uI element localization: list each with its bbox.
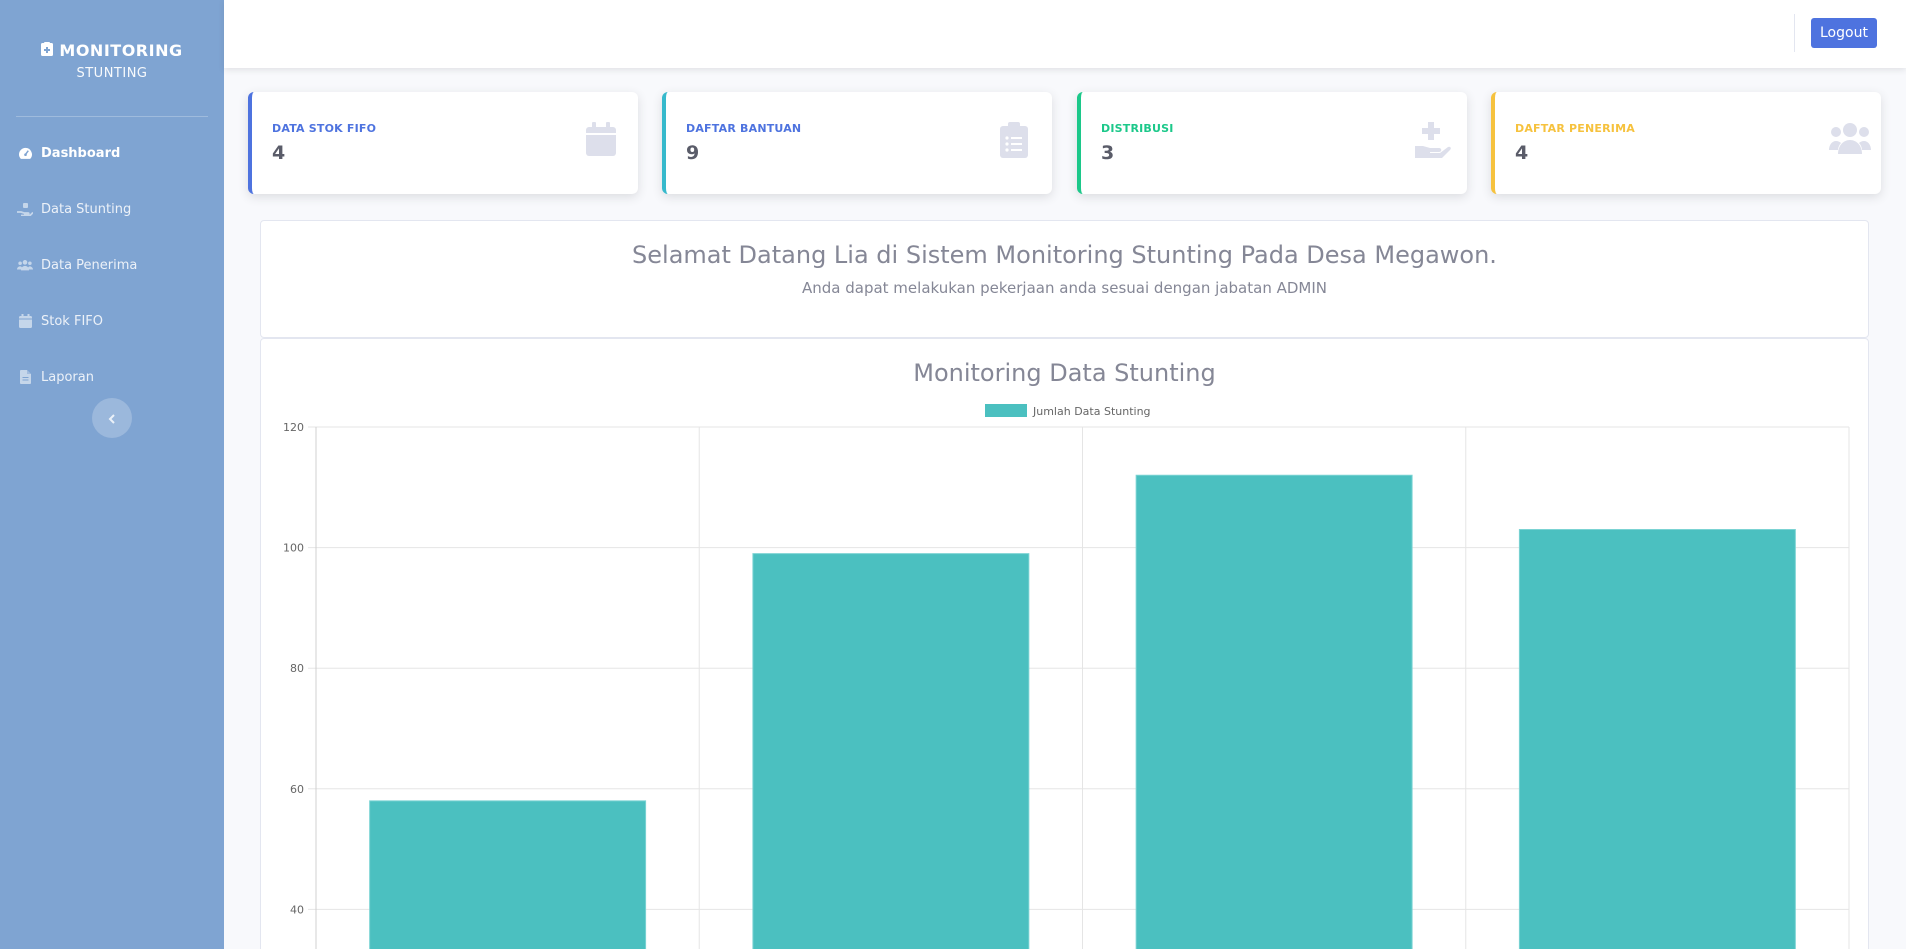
hand-holding-medical-icon (1415, 122, 1451, 158)
sidebar-item-label: Data Stunting (41, 201, 132, 217)
legend-swatch (985, 404, 1027, 417)
sidebar-item-data-penerima[interactable]: Data Penerima (0, 237, 224, 293)
hand-holding-icon (17, 202, 33, 216)
stat-card-value: 4 (272, 142, 286, 164)
sidebar-divider (16, 116, 208, 117)
chart-bar (1135, 474, 1413, 949)
calendar-icon (17, 314, 33, 328)
sidebar-item-laporan[interactable]: Laporan (0, 349, 224, 405)
chart-bar (1518, 529, 1796, 949)
y-tick-label: 120 (283, 421, 304, 434)
topbar-divider (1794, 14, 1795, 52)
stat-card-data-stok-fifo[interactable]: DATA STOK FIFO 4 (248, 92, 638, 194)
brand-title-row: MONITORING (41, 41, 182, 60)
sidebar-item-label: Laporan (41, 369, 94, 385)
stat-card-label: DATA STOK FIFO (272, 122, 377, 135)
tachometer-icon (17, 146, 33, 160)
sidebar-item-stok-fifo[interactable]: Stok FIFO (0, 293, 224, 349)
welcome-title: Selamat Datang Lia di Sistem Monitoring … (632, 241, 1497, 269)
welcome-panel: Selamat Datang Lia di Sistem Monitoring … (260, 220, 1869, 338)
clipboard-list-icon (1000, 122, 1034, 158)
y-tick-label: 100 (283, 542, 304, 555)
brand-title: MONITORING (59, 41, 183, 60)
legend-label: Jumlah Data Stunting (1032, 405, 1151, 418)
sidebar-item-label: Stok FIFO (41, 313, 103, 329)
stat-card-daftar-bantuan[interactable]: DAFTAR BANTUAN 9 (662, 92, 1052, 194)
stat-card-label: DAFTAR BANTUAN (686, 122, 802, 135)
logout-button[interactable]: Logout (1811, 18, 1877, 48)
chart-panel: Monitoring Data Stunting Jumlah Data Stu… (260, 338, 1869, 949)
y-tick-label: 80 (290, 662, 304, 675)
sidebar-item-label: Dashboard (41, 145, 121, 161)
file-icon (17, 370, 33, 384)
calendar-icon (586, 122, 620, 158)
users-icon (17, 258, 33, 272)
y-tick-label: 60 (290, 783, 304, 796)
stat-card-daftar-penerima[interactable]: DAFTAR PENERIMA 4 (1491, 92, 1881, 194)
users-icon (1829, 122, 1871, 158)
sidebar-toggle-button[interactable] (92, 398, 132, 438)
sidebar-item-data-stunting[interactable]: Data Stunting (0, 181, 224, 237)
stat-card-label: DISTRIBUSI (1101, 122, 1174, 135)
chart-bar (369, 800, 647, 949)
clinic-medical-icon (41, 41, 54, 60)
brand[interactable]: MONITORING STUNTING (0, 0, 224, 116)
sidebar-nav: Dashboard Data Stunting Data Penerima St… (0, 125, 224, 405)
brand-subtitle: STUNTING (76, 66, 148, 81)
sidebar-item-dashboard[interactable]: Dashboard (0, 125, 224, 181)
stat-card-value: 9 (686, 142, 700, 164)
sidebar: MONITORING STUNTING Dashboard Data Stunt… (0, 0, 224, 949)
stat-card-label: DAFTAR PENERIMA (1515, 122, 1635, 135)
chevron-left-icon (108, 409, 116, 428)
stat-card-distribusi[interactable]: DISTRIBUSI 3 (1077, 92, 1467, 194)
topbar: Logout (224, 0, 1906, 68)
stat-card-value: 4 (1515, 142, 1529, 164)
y-tick-label: 40 (290, 903, 304, 916)
chart-bar (752, 553, 1030, 949)
sidebar-item-label: Data Penerima (41, 257, 138, 273)
bar-chart: Jumlah Data Stunting 120 100 80 60 40 (283, 404, 1850, 949)
stat-card-value: 3 (1101, 142, 1115, 164)
welcome-subtitle: Anda dapat melakukan pekerjaan anda sesu… (801, 279, 1327, 297)
